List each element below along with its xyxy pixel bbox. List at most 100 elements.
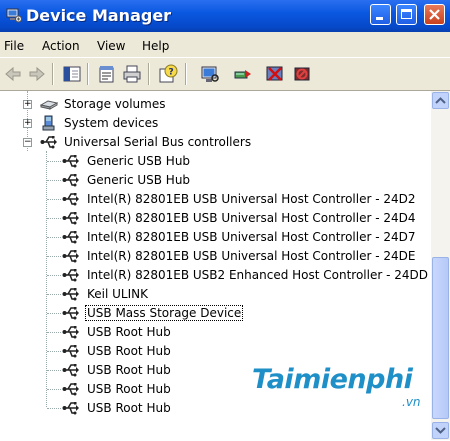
tree-connector [47,408,61,409]
usb-device-label: USB Root Hub [87,344,171,358]
tree-item-label: System devices [64,116,159,130]
toolbar-separator [148,63,150,85]
print-icon[interactable] [122,64,142,84]
tree-connector [47,218,61,219]
toolbar-separator [87,63,89,85]
tree-connector [47,294,61,295]
usb-device-item[interactable]: Intel(R) 82801EB USB Universal Host Cont… [0,209,430,228]
usb-device-label: USB Mass Storage Device [85,305,244,321]
usb-device-label: Intel(R) 82801EB USB Universal Host Cont… [87,249,416,263]
usb-device-item[interactable]: Generic USB Hub [0,171,430,190]
minimize-icon [376,17,383,20]
tree-item-label: Storage volumes [64,97,166,111]
usb-device-label: USB Root Hub [87,325,171,339]
menu-view[interactable]: View [97,39,125,53]
usb-device-label: USB Root Hub [87,363,171,377]
usb-device-icon [62,212,79,225]
usb-device-label: Keil ULINK [87,287,148,301]
back-icon[interactable] [3,64,23,84]
usb-device-label: Intel(R) 82801EB USB2 Enhanced Host Cont… [87,268,429,282]
usb-controllers-icon [40,136,57,149]
usb-device-icon [62,288,79,301]
usb-device-icon [62,326,79,339]
maximize-icon [401,9,412,19]
collapse-button[interactable]: − [23,138,32,147]
storage-volumes-icon [40,100,58,110]
uninstall-icon[interactable] [265,64,285,84]
usb-device-icon [62,269,79,282]
close-icon [429,9,440,20]
vertical-scrollbar[interactable] [431,91,450,440]
scroll-down-button[interactable] [432,422,449,439]
watermark-brand: Taimienphi [252,364,413,395]
usb-device-item[interactable]: Intel(R) 82801EB USB Universal Host Cont… [0,190,430,209]
tree-connector [47,199,61,200]
usb-device-label: USB Root Hub [87,401,171,415]
usb-device-item[interactable]: USB Mass Storage Device [0,304,430,323]
tree-connector [47,237,61,238]
usb-device-label: Intel(R) 82801EB USB Universal Host Cont… [87,230,416,244]
toolbar-separator [185,63,187,85]
usb-device-item[interactable]: Intel(R) 82801EB USB2 Enhanced Host Cont… [0,266,430,285]
usb-device-icon [62,364,79,377]
expand-button[interactable]: + [23,119,32,128]
tree-connector [47,313,61,314]
scroll-up-button[interactable] [432,92,449,109]
tree-item-system-devices[interactable]: + System devices [0,114,430,133]
menu-file[interactable]: File [4,39,24,53]
usb-device-icon [62,345,79,358]
properties-icon[interactable] [97,64,117,84]
usb-device-item[interactable]: Keil ULINK [0,285,430,304]
show-hide-console-tree-icon[interactable] [62,64,82,84]
tree-connector [47,275,61,276]
scrollbar-thumb[interactable] [432,257,449,419]
tree-item-label: Universal Serial Bus controllers [64,135,252,149]
disable-icon[interactable] [292,64,312,84]
usb-device-label: Intel(R) 82801EB USB Universal Host Cont… [87,211,416,225]
tree-item-storage-volumes[interactable]: + Storage volumes [0,95,430,114]
chevron-up-icon [435,97,446,104]
chevron-down-icon [435,427,446,434]
tree-connector [47,332,61,333]
title-bar[interactable]: Device Manager [0,0,450,32]
usb-device-icon [62,250,79,263]
usb-device-item[interactable]: Intel(R) 82801EB USB Universal Host Cont… [0,247,430,266]
usb-device-item[interactable]: Generic USB Hub [0,152,430,171]
tree-connector [47,389,61,390]
usb-device-icon [62,402,79,415]
menu-action[interactable]: Action [42,39,80,53]
tree-connector [47,180,61,181]
usb-device-icon [62,307,79,320]
close-button[interactable] [424,4,445,25]
usb-device-label: USB Root Hub [87,382,171,396]
device-manager-icon [6,8,22,23]
tree-item-usb-controllers[interactable]: − Universal Serial Bus controllers [0,133,430,152]
window-title: Device Manager [26,6,172,25]
toolbar: ? [0,58,450,91]
usb-device-icon [62,174,79,187]
menu-bar: File Action View Help [0,32,450,58]
toolbar-separator [52,63,54,85]
usb-device-item[interactable]: Intel(R) 82801EB USB Universal Host Cont… [0,228,430,247]
tree-connector [47,370,61,371]
usb-device-icon [62,155,79,168]
usb-device-icon [62,231,79,244]
menu-help[interactable]: Help [142,39,169,53]
scan-hardware-icon[interactable] [200,64,220,84]
help-icon[interactable]: ? [158,64,178,84]
tree-connector [47,256,61,257]
maximize-button[interactable] [396,4,417,25]
forward-icon[interactable] [27,64,47,84]
usb-device-item[interactable]: USB Root Hub [0,342,430,361]
usb-device-item[interactable]: USB Root Hub [0,323,430,342]
usb-device-label: Generic USB Hub [87,173,191,187]
update-driver-icon[interactable] [233,64,253,84]
tree-connector [47,161,61,162]
usb-device-label: Intel(R) 82801EB USB Universal Host Cont… [87,192,416,206]
usb-device-item[interactable]: USB Root Hub [0,399,430,418]
tree-connector [47,351,61,352]
expand-button[interactable]: + [23,100,32,109]
minimize-button[interactable] [370,4,391,25]
system-devices-icon [42,115,55,131]
watermark-suffix: .vn [402,395,421,409]
